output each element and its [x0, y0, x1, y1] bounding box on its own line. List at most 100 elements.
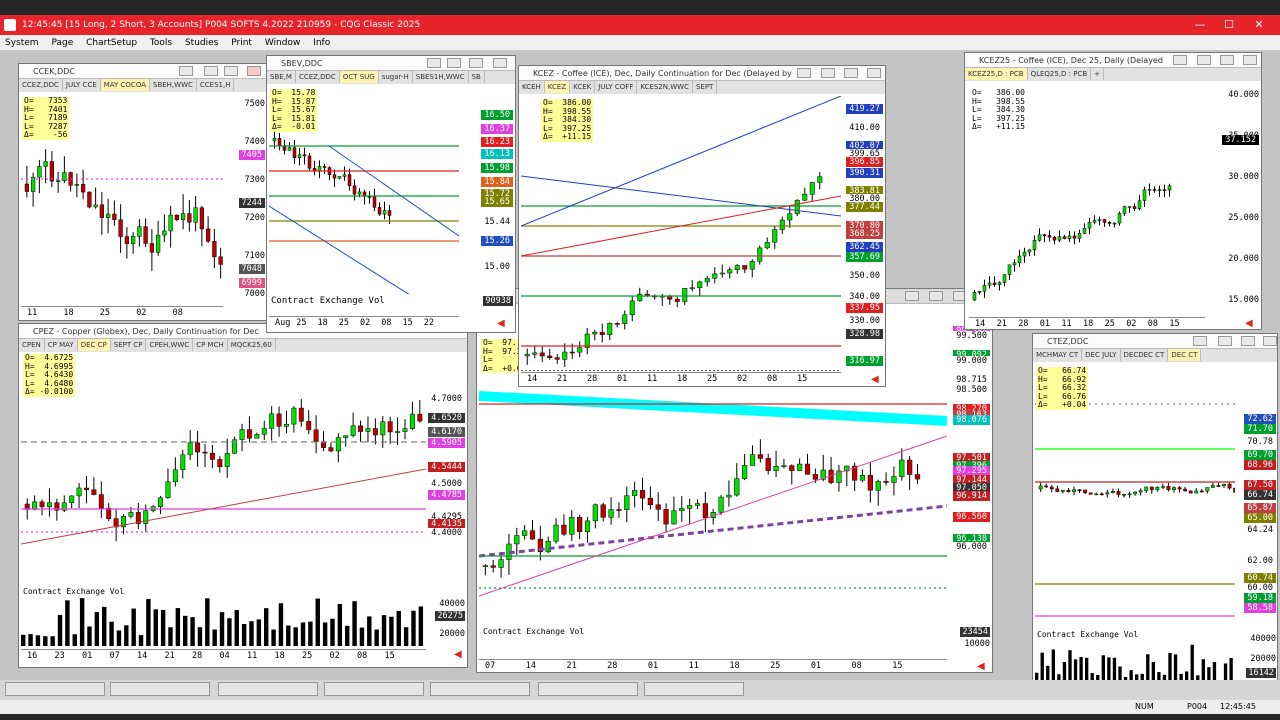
candle	[195, 442, 201, 453]
menu-tools[interactable]: Tools	[150, 38, 172, 48]
tab-sbe-m[interactable]: SBE,M	[267, 71, 296, 83]
tab-sbes1h[interactable]: SBES1H,WWC	[413, 71, 469, 83]
window-minimize-icon[interactable]	[821, 68, 835, 78]
window-restore-icon[interactable]	[469, 58, 483, 68]
coffee-chart-window[interactable]: KCEZ - Coffee (ICE), Dec, Daily Continua…	[518, 65, 886, 387]
tab-sept[interactable]: SEPT	[693, 81, 718, 93]
tab-ccez[interactable]: CCEZ,DDC	[19, 79, 63, 91]
window-minimize-icon[interactable]	[447, 58, 461, 68]
maximize-icon[interactable]: ☐	[1214, 15, 1244, 35]
tab-cces1[interactable]: CCES1,H	[197, 79, 235, 91]
volume-bar	[396, 611, 401, 646]
tab-kcez25[interactable]: KCEZ25,D : PCB	[965, 68, 1028, 80]
menu-page[interactable]: Page	[51, 38, 73, 48]
sugar-chart-window[interactable]: SBEV,DDC SBE,M CCEZ,DDC OCT SUG sugar-H SBES…	[266, 55, 516, 333]
window-close-icon[interactable]	[1243, 55, 1257, 65]
cocoa-chart-window[interactable]: CCEK,DDC CCEZ,DDC JULY CCE MAY COCOA SBEH,W…	[18, 63, 268, 321]
window-restore-icon[interactable]	[224, 66, 238, 76]
scroll-right-icon[interactable]: ◀	[1245, 318, 1253, 329]
tab-kces2n[interactable]: KCES2N,WWC	[637, 81, 693, 93]
minimized-window[interactable]	[324, 682, 424, 696]
candle	[1210, 485, 1215, 488]
tab-sb[interactable]: SB	[469, 71, 485, 83]
window-link-icon[interactable]	[179, 66, 193, 76]
candle	[1082, 227, 1087, 234]
window-link-icon[interactable]	[1193, 336, 1207, 346]
minimized-window[interactable]	[430, 682, 530, 696]
tab-kcez[interactable]: KCEZ	[544, 81, 571, 93]
window-minimize-icon[interactable]	[1197, 55, 1211, 65]
tab-july-cce[interactable]: JULY CCE	[63, 79, 101, 91]
candle	[337, 176, 342, 179]
coffee-web-chart-window[interactable]: KCEZ25 - Coffee (ICE), Dec 25, Daily (De…	[964, 52, 1262, 330]
window-close-icon[interactable]	[1263, 336, 1277, 346]
minimized-window[interactable]	[644, 682, 744, 696]
window-restore-icon[interactable]	[1241, 336, 1255, 346]
tab-sept-cp[interactable]: SEPT CP	[111, 339, 147, 351]
menu-system[interactable]: System	[5, 38, 39, 48]
candle	[387, 421, 393, 433]
tab-sugar-h[interactable]: sugar-H	[379, 71, 413, 83]
minimized-window[interactable]	[110, 682, 210, 696]
window-link-icon[interactable]	[1173, 55, 1187, 65]
scroll-right-icon[interactable]: ◀	[871, 374, 879, 385]
window-link-icon[interactable]	[797, 68, 811, 78]
close-icon[interactable]: ✕	[1244, 15, 1274, 35]
scroll-right-icon[interactable]: ◀	[977, 661, 985, 672]
tab-kceh[interactable]: KCEH	[519, 81, 545, 93]
tab-may-cocoa[interactable]: MAY COCOA	[100, 79, 150, 91]
window-restore-icon[interactable]	[929, 291, 943, 301]
window-minimize-icon[interactable]	[905, 291, 919, 301]
tab-kcek[interactable]: KCEK	[570, 81, 596, 93]
tab-cp-may[interactable]: CP MAY	[45, 339, 78, 351]
tab-cpen[interactable]: CPEN	[19, 339, 45, 351]
tab-sbeh[interactable]: SBEH,WWC	[150, 79, 197, 91]
menu-window[interactable]: Window	[265, 38, 301, 48]
tab-cpeh-wwc[interactable]: CPEH,WWC	[146, 339, 194, 351]
window-restore-icon[interactable]	[844, 68, 858, 78]
volume-bar	[308, 621, 313, 646]
tab-mchmay-ct[interactable]: MCHMAY CT	[1033, 349, 1083, 361]
copper-price-plot[interactable]	[21, 354, 426, 584]
tab-cp-mch[interactable]: CP MCH	[193, 339, 228, 351]
candle	[622, 314, 628, 324]
menu-info[interactable]: Info	[313, 38, 330, 48]
date-tick: 25	[302, 651, 313, 661]
price-label: 4.5905	[428, 437, 465, 448]
tab-qleq25[interactable]: QLEQ25,D : PCB	[1028, 68, 1092, 80]
copper-chart-window[interactable]: CPEZ - Copper (Globex), Dec, Daily Conti…	[18, 323, 468, 668]
cotton-chart-window[interactable]: CTEZ,DDC MCHMAY CT DEC JULY DECDEC CT DEC C…	[1032, 333, 1278, 698]
menu-chartsetup[interactable]: ChartSetup	[86, 38, 137, 48]
minimize-icon[interactable]: —	[1185, 15, 1215, 35]
menu-studies[interactable]: Studies	[185, 38, 218, 48]
window-close-icon[interactable]	[867, 68, 881, 78]
tab-dec-cp[interactable]: DEC CP	[77, 339, 111, 351]
menu-print[interactable]: Print	[231, 38, 252, 48]
window-minimize-icon[interactable]	[204, 66, 218, 76]
candle	[1038, 485, 1043, 490]
volume-bar	[278, 603, 284, 646]
window-close-icon[interactable]	[247, 66, 261, 76]
window-link-icon[interactable]	[427, 58, 441, 68]
minimized-window[interactable]	[5, 682, 105, 696]
tab-dec-ct[interactable]: DEC CT	[1168, 349, 1202, 361]
tab-july-coff[interactable]: JULY COFF	[595, 81, 638, 93]
scroll-right-icon[interactable]: ◀	[497, 318, 505, 329]
tab-mqck25[interactable]: MQCK25,60	[228, 339, 276, 351]
candle	[81, 184, 86, 193]
window-minimize-icon[interactable]	[1218, 336, 1232, 346]
add-tab-icon[interactable]: +	[1091, 68, 1105, 80]
window-restore-icon[interactable]	[1220, 55, 1234, 65]
tab-oct-sug[interactable]: OCT SUG	[339, 71, 379, 83]
price-label: 72.62	[1244, 414, 1276, 425]
tab-dec-july[interactable]: DEC JULY	[1082, 349, 1121, 361]
scroll-right-icon[interactable]: ◀	[454, 649, 462, 660]
tab-ccez[interactable]: CCEZ,DDC	[296, 71, 340, 83]
minimized-window[interactable]	[538, 682, 638, 696]
volume-bar	[403, 627, 409, 646]
tab-decdec-ct[interactable]: DECDEC CT	[1121, 349, 1169, 361]
copper-date-axis: 16 23 01 07 14 21 28 04 11 18 25 02 08 15	[21, 649, 426, 661]
candle	[1022, 251, 1027, 257]
minimized-window[interactable]	[218, 682, 318, 696]
window-close-icon[interactable]	[493, 58, 507, 68]
